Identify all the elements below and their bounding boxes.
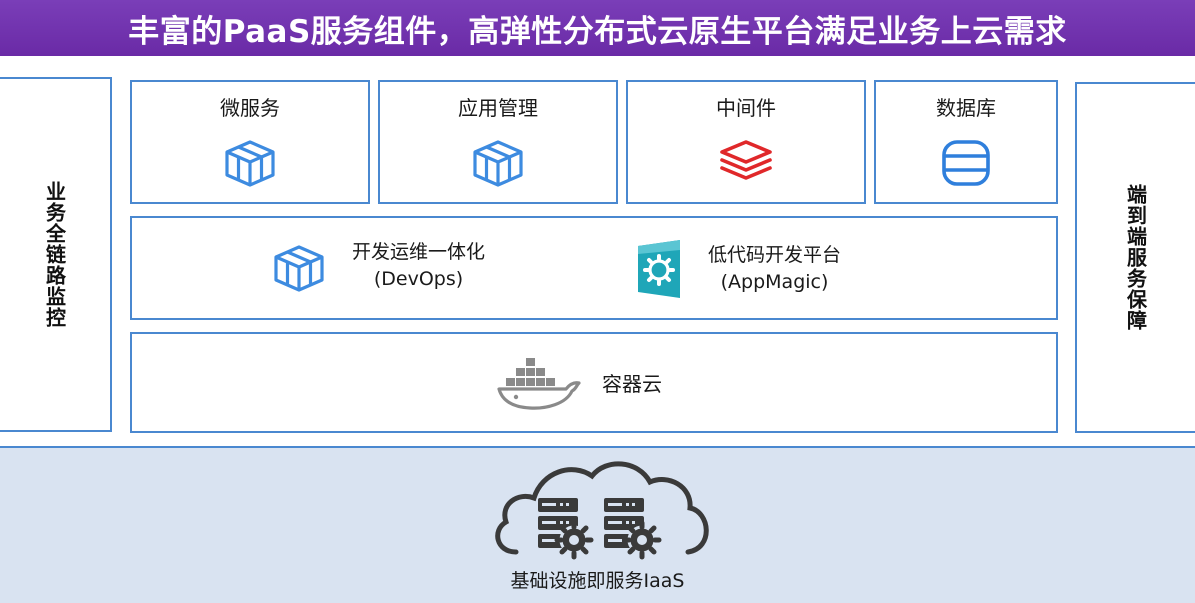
service-label: 中间件: [716, 96, 776, 120]
devops-label: 开发运维一体化 (DevOps): [352, 239, 485, 293]
container-cloud-label: 容器云: [602, 372, 662, 396]
devops-title: 开发运维一体化: [352, 241, 486, 263]
appmagic-item: 低代码开发平台 (AppMagic): [636, 236, 841, 302]
cube-icon: [272, 244, 326, 296]
page-title: 丰富的PaaS服务组件，高弹性分布式云原生平台满足业务上云需求: [128, 13, 1067, 50]
service-label: 应用管理: [458, 96, 538, 120]
cube-icon: [224, 139, 276, 191]
container-cloud-row: 容器云: [130, 332, 1058, 433]
database-icon: [940, 139, 992, 191]
layers-icon: [718, 139, 774, 187]
cube-icon: [472, 139, 524, 191]
service-middleware: 中间件: [626, 80, 866, 204]
service-microservice: 微服务: [130, 80, 370, 204]
devops-item: 开发运维一体化 (DevOps): [272, 236, 485, 296]
devops-subtitle: (DevOps): [373, 268, 464, 290]
appmagic-title: 低代码开发平台: [708, 244, 842, 266]
gear-tile-icon: [636, 240, 682, 302]
devops-appmagic-row: 开发运维一体化 (DevOps) 低代码开发平台 (AppMagic): [130, 216, 1058, 320]
service-label: 微服务: [220, 96, 280, 120]
service-database: 数据库: [874, 80, 1058, 204]
left-monitoring-panel: 业务全链路监控: [0, 77, 112, 432]
cloud-server-icon: [488, 452, 718, 566]
iaas-label: 基础设施即服务IaaS: [510, 570, 685, 592]
service-label: 数据库: [936, 96, 996, 120]
right-assurance-panel: 端到端服务保障: [1075, 82, 1195, 433]
left-panel-label: 业务全链路监控: [42, 181, 67, 328]
docker-whale-icon: [496, 356, 582, 414]
appmagic-subtitle: (AppMagic): [720, 271, 829, 293]
page-title-banner: 丰富的PaaS服务组件，高弹性分布式云原生平台满足业务上云需求: [0, 0, 1195, 56]
right-panel-label: 端到端服务保障: [1123, 184, 1148, 331]
service-app-management: 应用管理: [378, 80, 618, 204]
appmagic-label: 低代码开发平台 (AppMagic): [708, 242, 841, 296]
